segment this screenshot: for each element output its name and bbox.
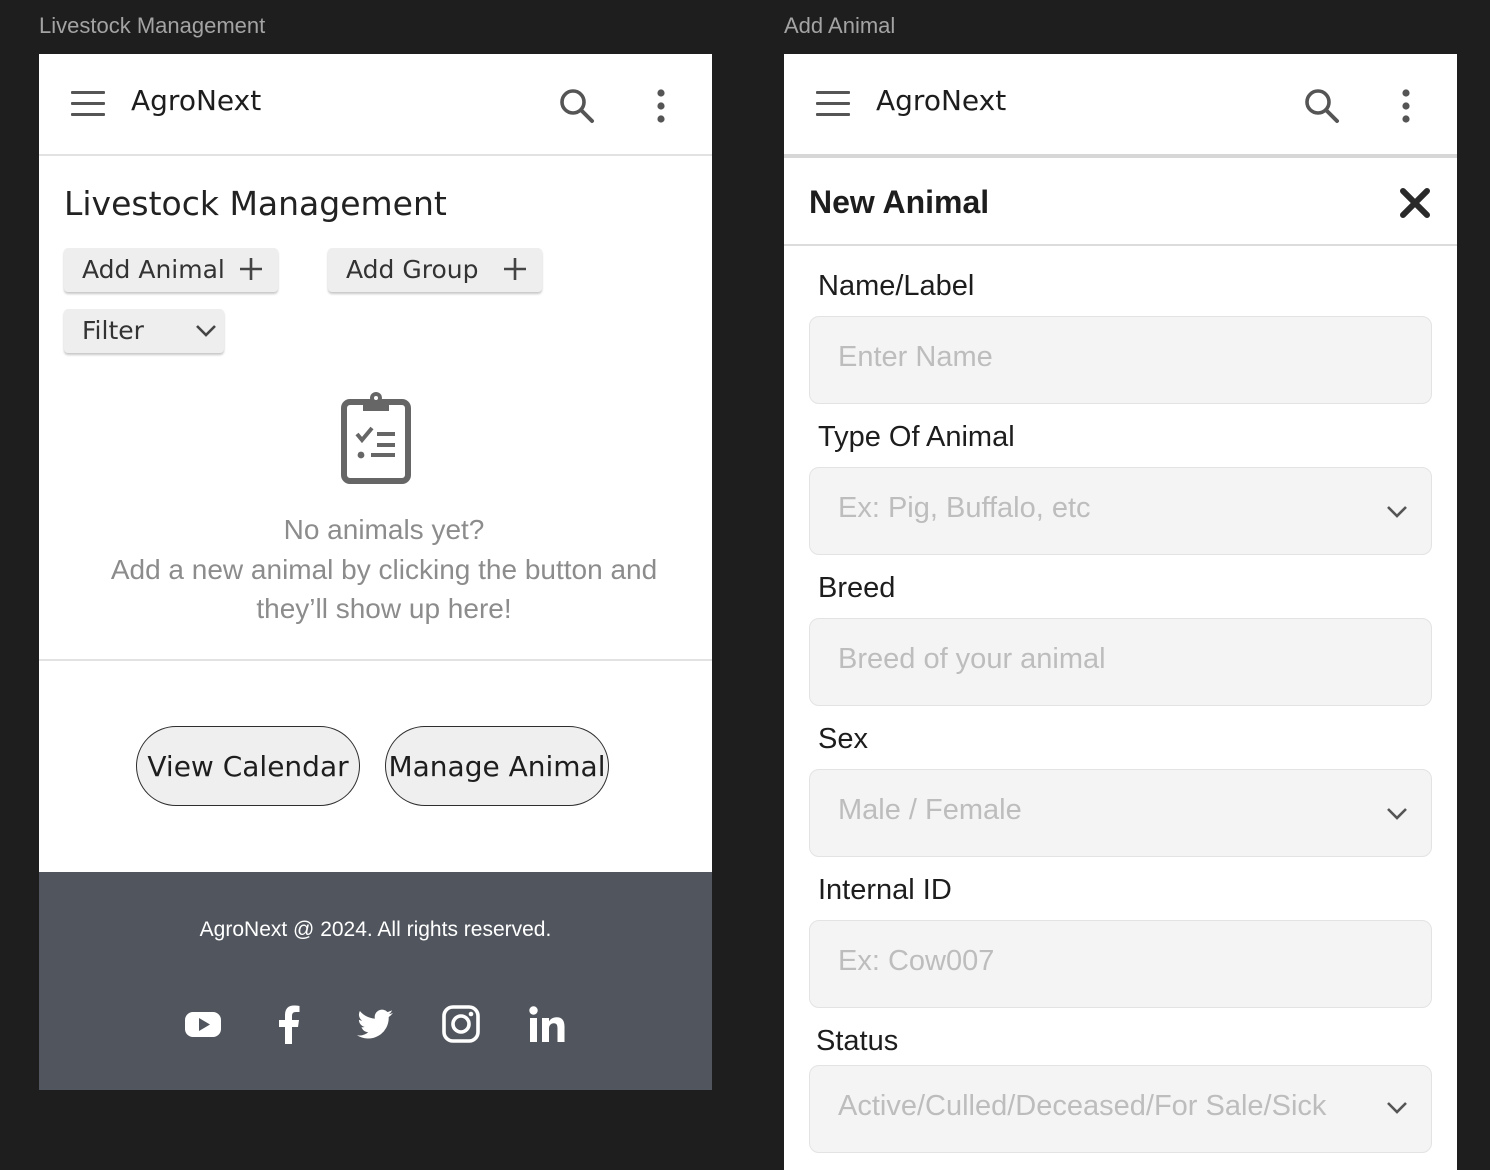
breed-placeholder: Breed of your animal <box>838 643 1106 675</box>
name-input[interactable]: Enter Name <box>809 316 1432 404</box>
sex-select[interactable]: Male / Female <box>809 769 1432 857</box>
app-bar-divider <box>784 154 1457 158</box>
frame-label-livestock: Livestock Management <box>39 13 266 38</box>
footer-copyright: AgroNext @ 2024. All rights reserved. <box>199 918 552 941</box>
type-placeholder: Ex: Pig, Buffalo, etc <box>838 492 1091 524</box>
app-brand: AgroNext <box>131 84 262 117</box>
sex-placeholder: Male / Female <box>838 794 1022 826</box>
name-placeholder: Enter Name <box>838 341 993 373</box>
hamburger-menu-icon[interactable] <box>71 91 105 117</box>
type-field-label: Type Of Animal <box>818 421 1015 453</box>
footer: AgroNext @ 2024. All rights reserved. <box>39 872 712 1090</box>
internal-id-input[interactable]: Ex: Cow007 <box>809 920 1432 1008</box>
clipboard-checklist-icon <box>341 392 411 484</box>
app-bar: AgroNext <box>784 54 1457 154</box>
plus-icon <box>504 258 526 280</box>
breed-input[interactable]: Breed of your animal <box>809 618 1432 706</box>
chevron-down-icon <box>1387 506 1407 518</box>
status-select[interactable]: Active/Culled/Deceased/For Sale/Sick <box>809 1065 1432 1153</box>
instagram-icon[interactable] <box>439 1002 483 1046</box>
type-of-animal-select[interactable]: Ex: Pig, Buffalo, etc <box>809 467 1432 555</box>
empty-state-line-1: No animals yet? <box>283 514 485 545</box>
name-field-label: Name/Label <box>818 270 975 302</box>
page-title: Livestock Management <box>64 184 447 223</box>
app-bar-divider <box>39 154 712 156</box>
add-group-label: Add Group <box>346 255 479 284</box>
section-divider <box>39 659 712 661</box>
chevron-down-icon <box>196 325 216 337</box>
more-vertical-icon[interactable] <box>646 86 676 126</box>
modal-title: New Animal <box>809 184 990 220</box>
modal-divider <box>784 244 1457 246</box>
youtube-icon[interactable] <box>181 1002 225 1046</box>
view-calendar-button[interactable]: View Calendar <box>136 726 360 806</box>
search-icon[interactable] <box>557 86 597 126</box>
close-icon[interactable] <box>1398 186 1432 220</box>
twitter-icon[interactable] <box>353 1002 397 1046</box>
facebook-icon[interactable] <box>267 1002 311 1046</box>
add-animal-screen: AgroNext New Animal Name/Label Enter Nam… <box>784 54 1457 1170</box>
internal-id-field-label: Internal ID <box>818 874 952 906</box>
app-bar: AgroNext <box>39 54 712 154</box>
status-placeholder: Active/Culled/Deceased/For Sale/Sick <box>838 1090 1327 1122</box>
empty-state-line-3: they’ll show up here! <box>256 593 512 624</box>
status-field-label: Status <box>816 1025 899 1057</box>
add-group-button[interactable]: Add Group <box>328 248 542 292</box>
livestock-management-screen: AgroNext Livestock Management Add Animal… <box>39 54 712 1090</box>
filter-dropdown[interactable]: Filter <box>64 309 224 353</box>
frame-label-add-animal: Add Animal <box>784 13 896 38</box>
breed-field-label: Breed <box>818 572 896 604</box>
hamburger-menu-icon[interactable] <box>816 91 850 117</box>
search-icon[interactable] <box>1302 86 1342 126</box>
add-animal-button[interactable]: Add Animal <box>64 248 278 292</box>
plus-icon <box>240 258 262 280</box>
filter-label: Filter <box>82 316 144 345</box>
chevron-down-icon <box>1387 1102 1407 1114</box>
chevron-down-icon <box>1387 808 1407 820</box>
app-brand: AgroNext <box>876 84 1007 117</box>
manage-animal-button[interactable]: Manage Animal <box>385 726 609 806</box>
linkedin-icon[interactable] <box>525 1002 569 1046</box>
add-animal-label: Add Animal <box>82 255 225 284</box>
more-vertical-icon[interactable] <box>1391 86 1421 126</box>
sex-field-label: Sex <box>818 723 868 755</box>
internal-id-placeholder: Ex: Cow007 <box>838 945 995 977</box>
empty-state-line-2: Add a new animal by clicking the button … <box>110 554 658 585</box>
